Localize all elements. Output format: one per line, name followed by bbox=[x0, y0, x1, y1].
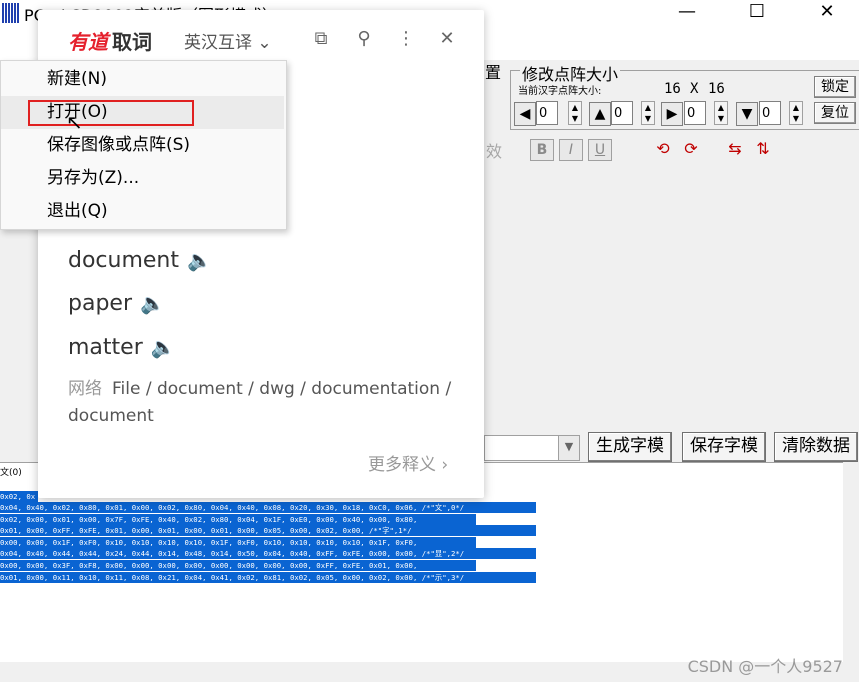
maximize-button[interactable]: ☐ bbox=[734, 0, 780, 26]
left-spin-arrows[interactable]: ▲ ▼ bbox=[568, 101, 582, 125]
rotate-left-icon[interactable]: ⟲ bbox=[650, 136, 676, 162]
translation-item: paper 🔈 bbox=[68, 291, 165, 316]
code-line: 0x02, 0x00, 0x01, 0x00, 0x7F, 0xFE, 0x40… bbox=[0, 514, 476, 525]
web-label: 网络 bbox=[68, 379, 102, 399]
vertical-scrollbar[interactable] bbox=[843, 462, 859, 662]
rotate-right-icon[interactable]: ⟳ bbox=[678, 136, 704, 162]
bold-button[interactable]: B bbox=[530, 139, 554, 161]
generate-font-button[interactable]: 生成字模 bbox=[588, 432, 672, 462]
current-size-caption: 当前汉字点阵大小: bbox=[518, 86, 602, 97]
code-line: 0x04, 0x40, 0x02, 0x80, 0x01, 0x00, 0x02… bbox=[0, 502, 536, 513]
shift-left-icon[interactable]: ◀ bbox=[514, 102, 536, 126]
language-selector[interactable]: 英汉互译 ⌄ bbox=[184, 28, 272, 53]
translation-item: document 🔈 bbox=[68, 248, 212, 273]
code-line: 0x02, 0x bbox=[0, 491, 38, 502]
more-options-icon[interactable]: ⋮ bbox=[393, 26, 419, 52]
save-font-button[interactable]: 保存字模 bbox=[682, 432, 766, 462]
top-spin-input[interactable]: 0 bbox=[611, 101, 633, 125]
chevron-right-icon: › bbox=[441, 455, 449, 475]
reset-button[interactable]: 复位 bbox=[814, 102, 856, 124]
highlight-box bbox=[28, 100, 194, 126]
youdao-title: 取词 bbox=[112, 30, 152, 54]
menu-item-save-image[interactable]: 保存图像或点阵(S) bbox=[1, 129, 284, 162]
right-spin-input[interactable]: 0 bbox=[684, 101, 706, 125]
mouse-cursor-icon: ↖ bbox=[66, 110, 83, 134]
more-definitions-link[interactable]: 更多释义 › bbox=[368, 450, 448, 475]
code-line: 0x00, 0x00, 0x3F, 0xF8, 0x00, 0x00, 0x00… bbox=[0, 560, 476, 571]
close-icon[interactable]: ✕ bbox=[434, 26, 460, 52]
bottom-spin-arrows[interactable]: ▲ ▼ bbox=[789, 101, 803, 125]
flip-horizontal-icon[interactable]: ⇆ bbox=[722, 136, 748, 162]
language-label: 英汉互译 bbox=[184, 33, 252, 53]
file-menu: 新建(N) 打开(O) 保存图像或点阵(S) 另存为(Z)... 退出(Q) bbox=[0, 60, 287, 230]
textarea-header: 文(0) bbox=[0, 468, 22, 478]
copy-icon[interactable]: ⧉ bbox=[308, 26, 334, 52]
app-icon bbox=[2, 3, 20, 23]
italic-button[interactable]: I bbox=[559, 139, 583, 161]
youdao-logo: 有道 bbox=[68, 30, 108, 54]
code-line: 0x01, 0x00, 0x11, 0x10, 0x11, 0x08, 0x21… bbox=[0, 572, 536, 583]
shift-up-icon[interactable]: ▲ bbox=[589, 102, 611, 126]
bottom-spin-input[interactable]: 0 bbox=[759, 101, 781, 125]
more-label: 更多释义 bbox=[368, 455, 436, 475]
flip-vertical-icon[interactable]: ⇅ bbox=[750, 136, 776, 162]
pin-icon[interactable]: ⚲ bbox=[351, 26, 377, 52]
menu-item-exit[interactable]: 退出(Q) bbox=[1, 195, 284, 228]
code-line: 0x01, 0x00, 0xFF, 0xFE, 0x01, 0x00, 0x01… bbox=[0, 525, 536, 536]
translation-word: document bbox=[68, 248, 179, 273]
shift-right-icon[interactable]: ▶ bbox=[661, 102, 683, 126]
menu-item-save-as[interactable]: 另存为(Z)... bbox=[1, 162, 284, 195]
size-x-separator: X bbox=[690, 81, 699, 97]
translation-item: matter 🔈 bbox=[68, 335, 176, 360]
translation-word: matter bbox=[68, 335, 143, 360]
menu-item-new[interactable]: 新建(N) bbox=[1, 63, 284, 96]
group-label-position: 置 bbox=[485, 63, 502, 82]
speaker-icon[interactable]: 🔈 bbox=[151, 335, 176, 359]
chevron-down-icon: ⌄ bbox=[257, 33, 272, 53]
current-width: 16 bbox=[664, 81, 681, 97]
right-spin-arrows[interactable]: ▲ ▼ bbox=[714, 101, 728, 125]
watermark: CSDN @一个人9527 bbox=[687, 657, 843, 676]
current-height: 16 bbox=[708, 81, 725, 97]
underline-button[interactable]: U bbox=[588, 139, 612, 161]
lock-button[interactable]: 锁定 bbox=[814, 76, 856, 98]
code-line: 0x00, 0x00, 0x1F, 0xF0, 0x10, 0x10, 0x10… bbox=[0, 537, 476, 548]
top-spin-arrows[interactable]: ▲ ▼ bbox=[641, 101, 655, 125]
translation-word: paper bbox=[68, 291, 132, 316]
chevron-down-icon[interactable]: ▼ bbox=[558, 436, 579, 460]
code-line: 0x04, 0x40, 0x44, 0x44, 0x24, 0x44, 0x14… bbox=[0, 548, 536, 559]
clear-data-button[interactable]: 清除数据 bbox=[774, 432, 858, 462]
web-definitions: 网络 File / document / dwg / documentation … bbox=[68, 376, 458, 430]
font-combo[interactable]: ▼ bbox=[484, 435, 580, 461]
left-spin-input[interactable]: 0 bbox=[536, 101, 558, 125]
effect-label: 效 bbox=[486, 142, 503, 161]
close-window-button[interactable]: ✕ bbox=[804, 0, 850, 26]
speaker-icon[interactable]: 🔈 bbox=[187, 248, 212, 272]
minimize-button[interactable]: — bbox=[664, 0, 710, 26]
web-definition-text: File / document / dwg / documentation / … bbox=[68, 379, 452, 426]
speaker-icon[interactable]: 🔈 bbox=[140, 291, 165, 315]
shift-down-icon[interactable]: ▼ bbox=[736, 102, 758, 126]
